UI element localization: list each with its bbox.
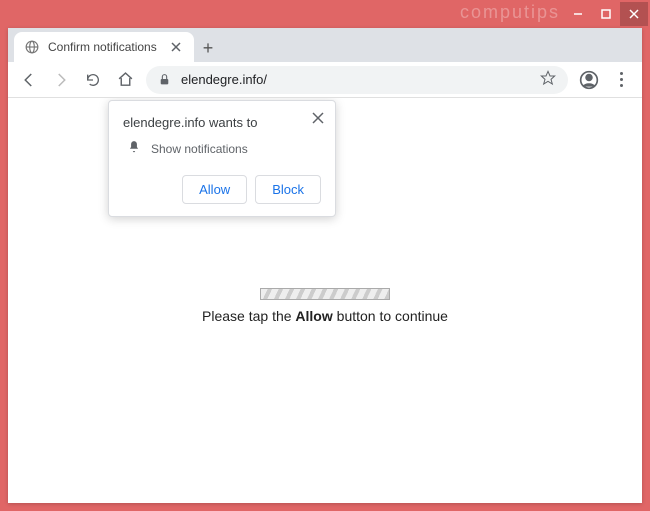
reload-button[interactable] (78, 65, 108, 95)
bookmark-star-icon[interactable] (540, 70, 556, 89)
new-tab-button[interactable]: + (194, 34, 222, 62)
dialog-item-label: Show notifications (151, 142, 248, 156)
msg-post: button to continue (333, 308, 448, 324)
active-tab[interactable]: Confirm notifications (14, 32, 194, 62)
progress-bar (260, 288, 390, 300)
dialog-item: Show notifications (123, 140, 321, 157)
profile-button[interactable] (574, 65, 604, 95)
block-button[interactable]: Block (255, 175, 321, 204)
close-window-button[interactable] (620, 2, 648, 26)
globe-icon (24, 39, 40, 55)
bell-icon (127, 140, 141, 157)
maximize-button[interactable] (592, 2, 620, 26)
home-button[interactable] (110, 65, 140, 95)
watermark-text: computips (460, 2, 560, 23)
dialog-buttons: Allow Block (123, 175, 321, 204)
allow-button[interactable]: Allow (182, 175, 247, 204)
browser-chrome: Confirm notifications + elendegre.info/ … (8, 28, 642, 503)
msg-pre: Please tap the (202, 308, 295, 324)
browser-window: computips Confirm notifications + (0, 0, 650, 511)
toolbar: elendegre.info/ (8, 62, 642, 98)
page-message: Please tap the Allow button to continue (8, 308, 642, 324)
page-viewport: elendegre.info wants to Show notificatio… (8, 98, 642, 503)
lock-icon (158, 73, 171, 86)
dialog-close-button[interactable] (309, 109, 327, 127)
titlebar: computips (0, 0, 650, 28)
forward-button[interactable] (46, 65, 76, 95)
page-content: Please tap the Allow button to continue (8, 288, 642, 324)
window-buttons (564, 2, 648, 26)
url-text: elendegre.info/ (181, 72, 532, 87)
address-bar[interactable]: elendegre.info/ (146, 66, 568, 94)
dialog-title: elendegre.info wants to (123, 115, 321, 130)
msg-bold: Allow (295, 308, 332, 324)
tab-strip: Confirm notifications + (8, 28, 642, 62)
notification-permission-dialog: elendegre.info wants to Show notificatio… (108, 100, 336, 217)
menu-button[interactable] (606, 65, 636, 95)
close-tab-button[interactable] (168, 39, 184, 55)
minimize-button[interactable] (564, 2, 592, 26)
back-button[interactable] (14, 65, 44, 95)
tab-title: Confirm notifications (48, 40, 162, 54)
